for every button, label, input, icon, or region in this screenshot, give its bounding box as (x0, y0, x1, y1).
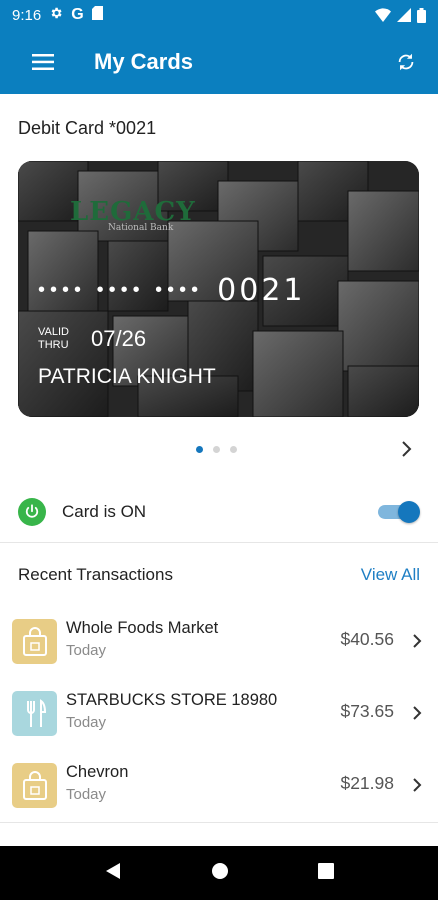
pager-dot[interactable] (230, 446, 237, 453)
cardholder-name: PATRICIA KNIGHT (38, 365, 216, 388)
transaction-row[interactable]: STARBUCKS STORE 18980 Today $73.65 (0, 691, 438, 763)
shopping-bag-icon (12, 763, 57, 808)
card-title: Debit Card *0021 (18, 118, 157, 138)
view-all-link[interactable]: View All (361, 565, 420, 585)
debit-card[interactable]: LEGACY National Bank •••• •••• •••• 0021… (18, 161, 419, 417)
recents-icon[interactable] (317, 862, 334, 884)
back-icon[interactable] (104, 861, 122, 886)
status-time: 9:16 (12, 6, 42, 24)
transaction-date: Today (66, 714, 107, 731)
transaction-merchant: STARBUCKS STORE 18980 (66, 691, 278, 709)
google-icon: G (71, 6, 84, 23)
card-last4: 0021 (217, 273, 306, 308)
gear-icon (49, 6, 63, 24)
chevron-right-icon (410, 633, 424, 649)
pager-dot[interactable] (196, 446, 203, 453)
card-pager (196, 446, 237, 453)
transaction-amount: $40.56 (340, 629, 394, 649)
card-masked-digits: •••• •••• •••• (38, 279, 204, 301)
battery-icon (417, 7, 426, 23)
recent-transactions-title: Recent Transactions (18, 565, 173, 584)
card-expiry: 07/26 (91, 326, 147, 351)
power-icon (18, 498, 46, 526)
signal-icon (397, 8, 411, 22)
transaction-date: Today (66, 786, 107, 803)
switch-thumb (398, 501, 420, 523)
transaction-row[interactable]: Whole Foods Market Today $40.56 (0, 619, 438, 691)
refresh-icon[interactable] (386, 42, 426, 82)
transaction-date: Today (66, 642, 107, 659)
transaction-merchant: Whole Foods Market (66, 619, 219, 637)
status-bar: 9:16 G (0, 0, 438, 30)
shopping-bag-icon (12, 619, 57, 664)
hamburger-menu-icon[interactable] (14, 30, 72, 94)
card-number: •••• •••• •••• 0021 (38, 273, 306, 308)
valid-thru-label: VALID THRU (38, 326, 69, 351)
transaction-amount: $21.98 (340, 773, 394, 793)
card-status-label: Card is ON (62, 502, 147, 521)
bank-logo: LEGACY National Bank (70, 197, 196, 233)
card-on-switch[interactable] (378, 501, 420, 523)
transaction-merchant: Chevron (66, 763, 129, 781)
chevron-right-icon (410, 705, 424, 721)
fork-knife-icon (12, 691, 57, 736)
sd-card-icon (91, 6, 103, 24)
card-status-row: Card is ON (0, 488, 438, 542)
transaction-row[interactable]: Chevron Today $21.98 (0, 763, 438, 835)
app-bar: My Cards (0, 30, 438, 94)
chevron-right-icon[interactable] (396, 439, 416, 459)
home-icon[interactable] (211, 862, 229, 885)
pager-dot[interactable] (213, 446, 220, 453)
chevron-right-icon (410, 777, 424, 793)
page-title: My Cards (94, 49, 194, 74)
divider (0, 822, 438, 823)
divider (0, 542, 438, 543)
wifi-icon (375, 8, 391, 22)
transaction-amount: $73.65 (340, 701, 394, 721)
system-nav-bar (0, 846, 438, 900)
